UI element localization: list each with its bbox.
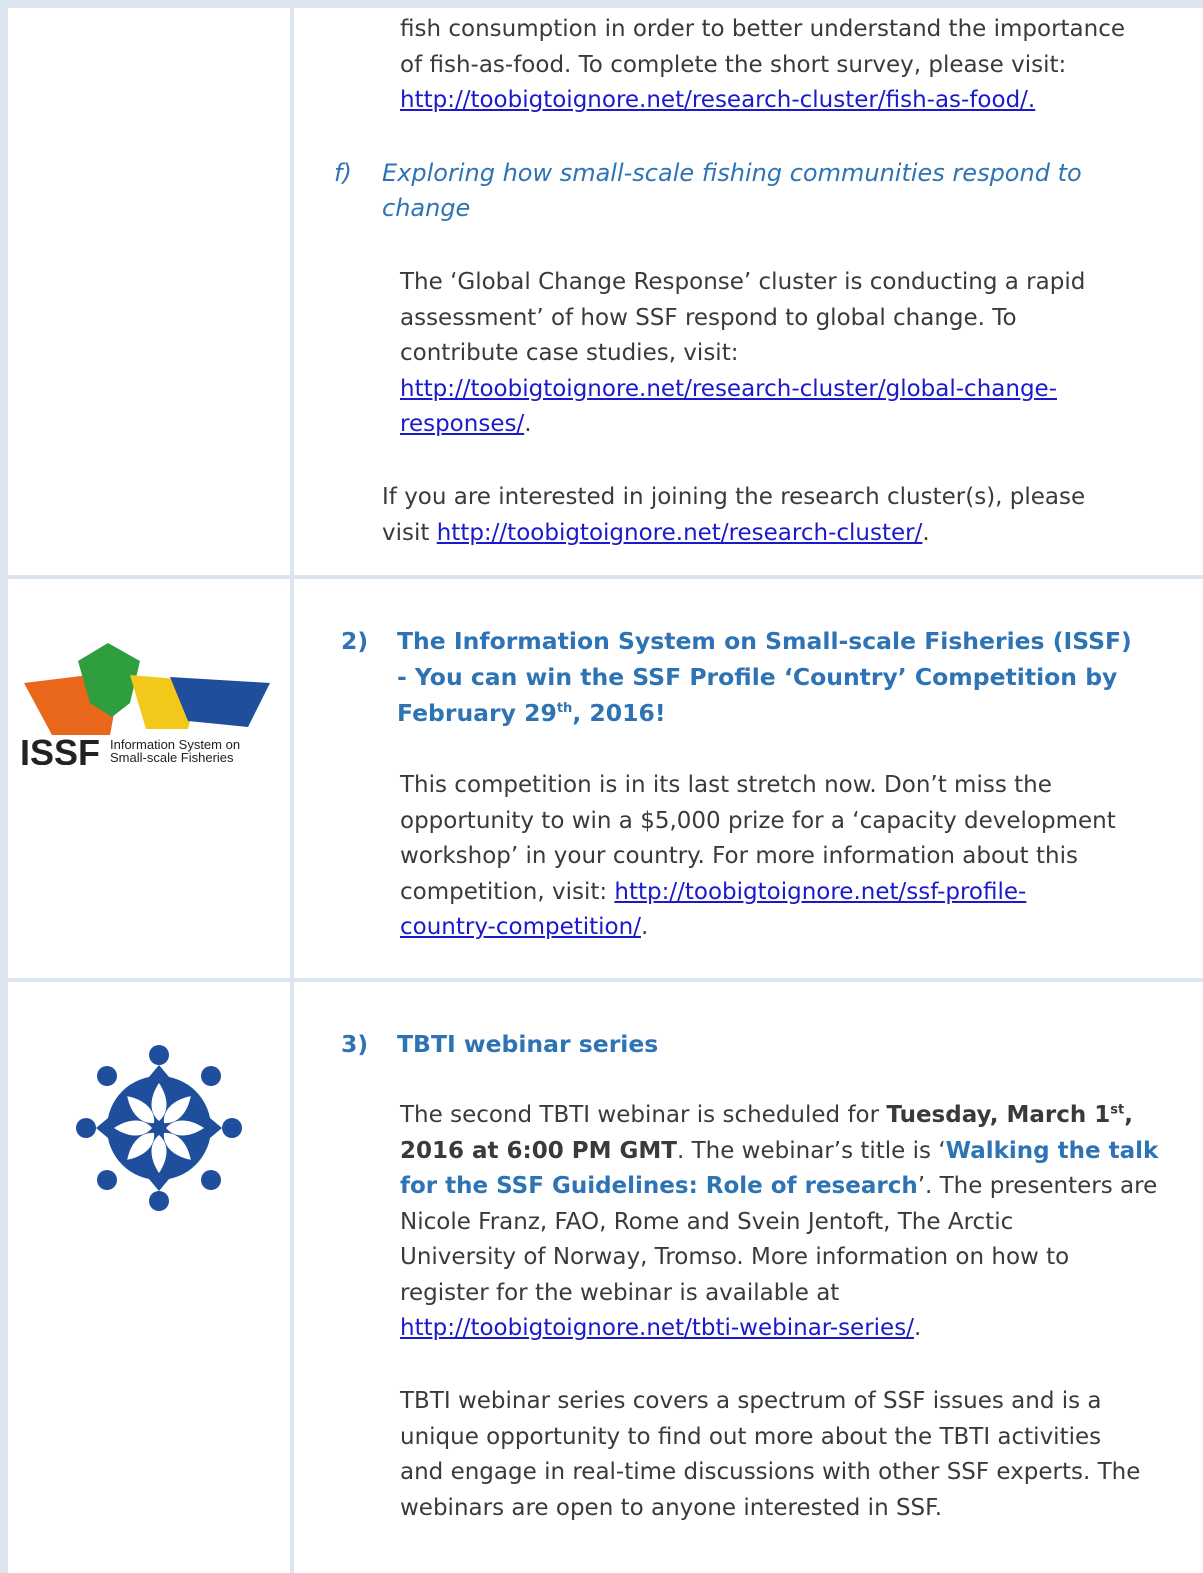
text-line: and engage in real-time discussions with… [400, 1459, 1141, 1485]
subheading-line: Exploring how small-scale fishing commun… [382, 159, 1082, 187]
text-line: The ‘Global Change Response’ cluster is … [400, 269, 1086, 295]
text-line: TBTI webinar series covers a spectrum of… [400, 1388, 1102, 1414]
superscript: st [1110, 1102, 1125, 1118]
research-cluster-link[interactable]: http://toobigtoignore.net/research-clust… [437, 520, 923, 546]
text-fragment: visit [382, 519, 437, 546]
text-line: This competition is in its last stretch … [400, 772, 1052, 798]
text-line: fish consumption in order to better unde… [400, 16, 1126, 42]
text-line: unique opportunity to find out more abou… [400, 1423, 1102, 1450]
punctuation: . [913, 1315, 922, 1341]
text-line: register for the webinar is available at [400, 1279, 840, 1306]
item-number: 2) [341, 627, 369, 655]
webinar-date: Tuesday, March 1 [886, 1102, 1111, 1128]
text-fragment: The second TBTI webinar is scheduled for [400, 1102, 887, 1128]
text-line: assessment’ of how SSF respond to global… [400, 304, 1017, 331]
ssf-profile-link-part2[interactable]: country-competition/ [400, 914, 641, 940]
global-change-link-part1[interactable]: http://toobigtoignore.net/research-clust… [400, 376, 1057, 402]
webinar-heading: 3) TBTI webinar series [341, 1026, 659, 1062]
join-cluster-paragraph: If you are interested in joining the res… [382, 480, 1085, 551]
issf-tagline-2: Small-scale Fisheries [110, 750, 234, 765]
webinar-title-part2: for the SSF Guidelines: Role of research [400, 1173, 918, 1199]
issf-logo: ISSF Information System on Small-scale F… [20, 643, 270, 765]
issf-heading: 2) The Information System on Small-scale… [341, 623, 1132, 731]
webinar-paragraph-1: The second TBTI webinar is scheduled for… [400, 1098, 1158, 1347]
fish-as-food-paragraph: fish consumption in order to better unde… [400, 12, 1125, 119]
subheading-line: change [382, 194, 471, 222]
subheading-label: f) [334, 159, 352, 187]
text-fragment: competition, visit: [400, 878, 615, 905]
newsletter-page: fish consumption in order to better unde… [0, 0, 1203, 1573]
punctuation: , [1124, 1102, 1133, 1128]
heading-line: TBTI webinar series [397, 1030, 659, 1058]
heading-line: - You can win the SSF Profile ‘Country’ … [397, 663, 1118, 691]
heading-fragment: , 2016! [572, 699, 666, 727]
text-line: contribute case studies, visit: [400, 340, 739, 366]
ssf-profile-link-part1[interactable]: http://toobigtoignore.net/ssf-profile- [614, 879, 1026, 905]
webinar-title-part1: Walking the talk [945, 1137, 1159, 1164]
text-line: Nicole Franz, FAO, Rome and Svein Jentof… [400, 1208, 1014, 1235]
left-cell-1 [0, 0, 294, 580]
heading-line: The Information System on Small-scale Fi… [397, 627, 1132, 655]
text-line: webinars are open to anyone interested i… [400, 1494, 943, 1521]
fish-as-food-link[interactable]: http://toobigtoignore.net/research-clust… [400, 87, 1035, 113]
text-line: opportunity to win a $5,000 prize for a … [400, 807, 1116, 834]
webinar-time: 2016 at 6:00 PM GMT [400, 1137, 677, 1164]
superscript: th [556, 701, 573, 717]
punctuation: . [640, 914, 649, 940]
punctuation: . [524, 411, 532, 437]
issf-body-paragraph: This competition is in its last stretch … [400, 768, 1116, 946]
heading-fragment: February 29 [397, 699, 557, 727]
webinar-series-link[interactable]: http://toobigtoignore.net/tbti-webinar-s… [400, 1315, 914, 1341]
tbti-star-icon [76, 1045, 242, 1211]
global-change-paragraph: The ‘Global Change Response’ cluster is … [400, 265, 1085, 443]
left-cell-2 [0, 575, 294, 982]
issf-acronym: ISSF [20, 732, 100, 765]
subheading-f: f) Exploring how small-scale fishing com… [334, 156, 1082, 226]
item-number: 3) [341, 1030, 369, 1058]
text-fragment: . The webinar’s title is ‘ [676, 1137, 946, 1164]
text-line: workshop’ in your country. For more info… [400, 843, 1078, 869]
global-change-link-part2[interactable]: responses/ [400, 411, 524, 437]
text-line: of fish-as-food. To complete the short s… [400, 51, 1067, 78]
tbti-logo [76, 1045, 242, 1211]
webinar-paragraph-2: TBTI webinar series covers a spectrum of… [400, 1384, 1140, 1526]
text-line: If you are interested in joining the res… [382, 484, 1086, 510]
text-line: University of Norway, Tromso. More infor… [400, 1244, 1070, 1270]
text-fragment: ’. The presenters are [917, 1173, 1158, 1199]
punctuation: . [922, 519, 930, 546]
